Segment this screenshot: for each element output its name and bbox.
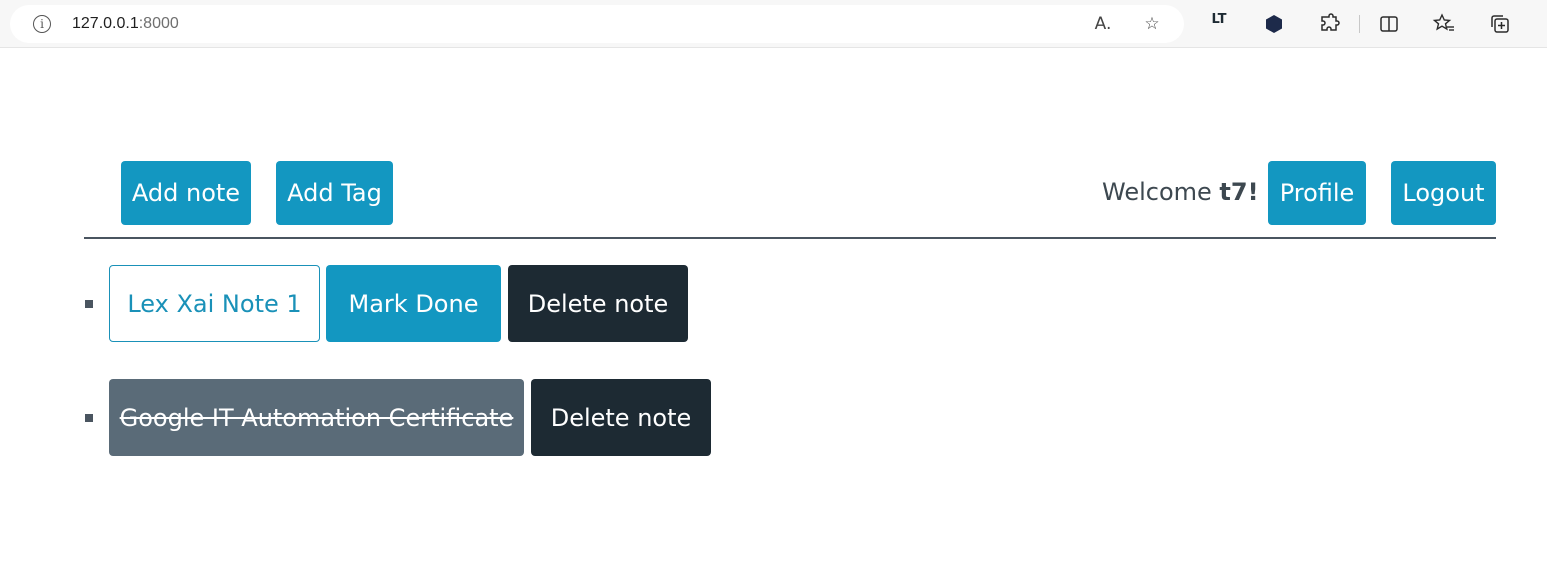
- read-aloud-icon[interactable]: A.: [1092, 13, 1114, 35]
- url-text[interactable]: 127.0.0.1:8000: [72, 15, 179, 33]
- favorite-star-icon[interactable]: ☆: [1141, 13, 1163, 35]
- profile-button[interactable]: Profile: [1268, 161, 1366, 225]
- toolbar-separator: [1359, 15, 1360, 33]
- list-bullet: [85, 414, 93, 422]
- split-screen-icon[interactable]: [1377, 12, 1401, 36]
- delete-note-button[interactable]: Delete note: [508, 265, 688, 342]
- collections-icon[interactable]: [1488, 12, 1512, 36]
- note-title-done-button[interactable]: Google IT Automation Certificate: [109, 379, 524, 456]
- note-title-button[interactable]: Lex Xai Note 1: [109, 265, 320, 342]
- add-tag-button[interactable]: Add Tag: [276, 161, 393, 225]
- welcome-message: Welcome t7!: [1102, 178, 1259, 206]
- navbar-divider: [84, 237, 1496, 239]
- welcome-prefix: Welcome: [1102, 178, 1220, 206]
- browser-toolbar: i 127.0.0.1:8000 A. ☆ LT: [0, 0, 1547, 48]
- favorites-icon[interactable]: [1432, 12, 1456, 36]
- url-host: 127.0.0.1: [72, 15, 139, 32]
- url-port: :8000: [138, 15, 179, 32]
- address-bar[interactable]: i 127.0.0.1:8000 A. ☆: [10, 5, 1184, 43]
- delete-note-button[interactable]: Delete note: [531, 379, 711, 456]
- list-bullet: [85, 300, 93, 308]
- extensions-icon[interactable]: [1317, 12, 1341, 36]
- add-note-button[interactable]: Add note: [121, 161, 251, 225]
- info-icon[interactable]: i: [33, 15, 51, 33]
- languagetool-icon[interactable]: LT: [1207, 12, 1231, 36]
- logout-button[interactable]: Logout: [1391, 161, 1496, 225]
- mark-done-button[interactable]: Mark Done: [326, 265, 501, 342]
- username: t7!: [1219, 178, 1259, 206]
- extension-hex-icon[interactable]: [1262, 12, 1286, 36]
